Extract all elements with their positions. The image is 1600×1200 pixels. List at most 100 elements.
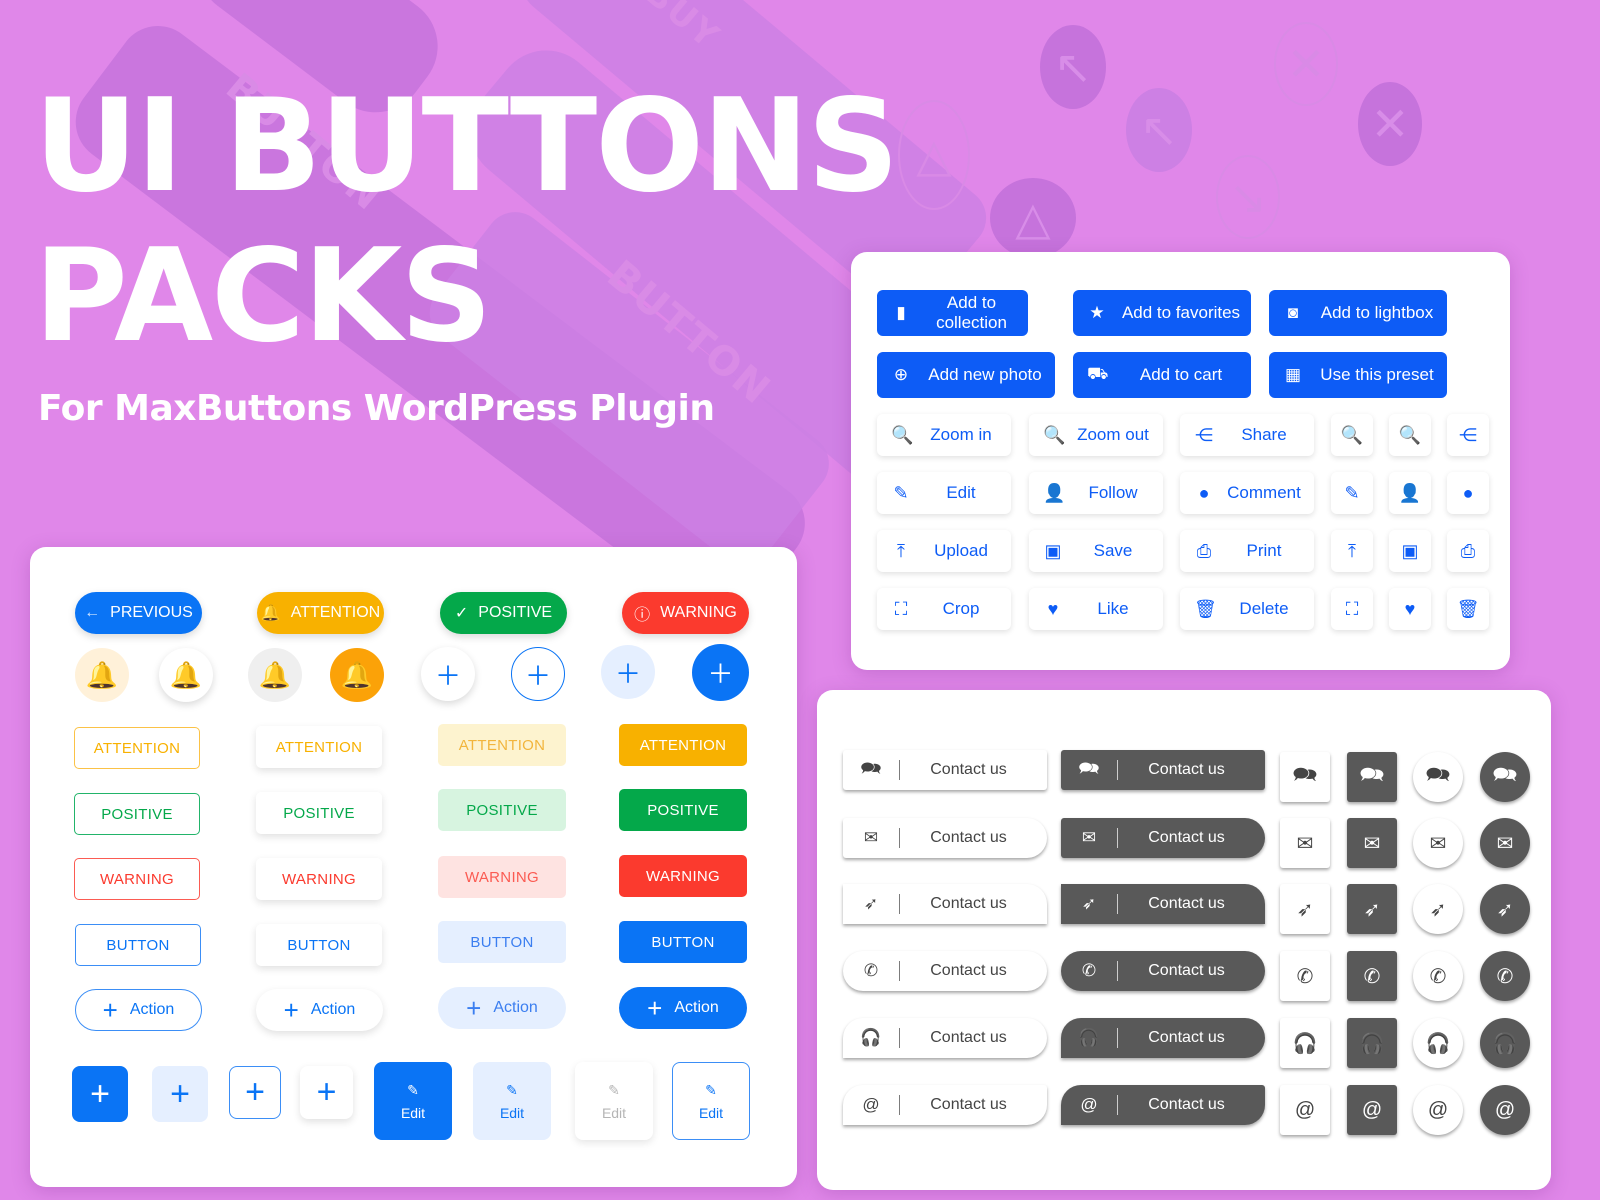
attention-solid-button[interactable]: ATTENTION [619,724,747,766]
zoom-out-button[interactable]: 🔍 Zoom out [1029,414,1163,456]
at-icon-button-dark-circle[interactable]: @ [1480,1085,1530,1135]
edit-button[interactable]: ✎ Edit [877,472,1011,514]
send-icon-button-light-circle[interactable]: ➶ [1413,884,1463,934]
warning-outline-button[interactable]: WARNING [74,858,200,900]
add-to-lightbox-button[interactable]: ◙ Add to lightbox [1269,290,1447,336]
add-to-collection-button[interactable]: ▮ Add to collection [877,290,1028,336]
bell-button-orange[interactable]: 🔔 [330,648,384,702]
crop-button[interactable]: ⛶ Crop [877,588,1011,630]
action-raised-button[interactable]: + Action [256,989,383,1031]
positive-solid-button[interactable]: POSITIVE [619,789,747,831]
save-icon-button[interactable]: ▣ [1389,530,1431,572]
contact-us-button-dark[interactable]: ✉ Contact us [1061,818,1265,858]
contact-us-button-light[interactable]: ✉ Contact us [843,818,1047,858]
edit-button-disabled[interactable]: ✎ Edit [575,1062,653,1140]
at-icon-button-dark-square[interactable]: @ [1347,1085,1397,1135]
add-square-button-solid[interactable]: + [72,1066,128,1122]
headset-icon-button-light-square[interactable]: 🎧 [1280,1018,1330,1068]
comment-icon-button[interactable]: ● [1447,472,1489,514]
warning-solid-button[interactable]: WARNING [619,855,747,897]
send-icon-button-dark-circle[interactable]: ➶ [1480,884,1530,934]
attention-pill-button[interactable]: 🔔 ATTENTION [257,592,384,634]
previous-button[interactable]: ← PREVIOUS [75,592,202,634]
zoom-out-icon-button[interactable]: 🔍 [1389,414,1431,456]
add-square-button-raised[interactable]: + [300,1066,353,1119]
add-square-button-light[interactable]: + [152,1066,208,1122]
bell-button-light[interactable]: 🔔 [75,648,129,702]
positive-pill-button[interactable]: ✓ POSITIVE [440,592,567,634]
follow-icon-button[interactable]: 👤 [1389,472,1431,514]
chat-icon-button-dark-square[interactable]: 🗪 [1347,752,1397,802]
comment-button[interactable]: ● Comment [1180,472,1314,514]
edit-button-light[interactable]: ✎ Edit [473,1062,551,1140]
share-button[interactable]: ⋲ Share [1180,414,1314,456]
positive-raised-button[interactable]: POSITIVE [256,792,382,834]
send-icon-button-light-square[interactable]: ➶ [1280,884,1330,934]
print-icon-button[interactable]: ⎙ [1447,530,1489,572]
headset-icon-button-dark-square[interactable]: 🎧 [1347,1018,1397,1068]
edit-icon-button[interactable]: ✎ [1331,472,1373,514]
phone-icon-button-dark-square[interactable]: ✆ [1347,951,1397,1001]
positive-outline-button[interactable]: POSITIVE [74,793,200,835]
headset-icon-button-dark-circle[interactable]: 🎧 [1480,1018,1530,1068]
share-icon-button[interactable]: ⋲ [1447,414,1489,456]
button-raised[interactable]: BUTTON [256,924,382,966]
add-round-button-outline[interactable]: ＋ [511,647,565,701]
button-outline[interactable]: BUTTON [75,924,201,966]
warning-raised-button[interactable]: WARNING [256,858,382,900]
phone-icon-button-light-circle[interactable]: ✆ [1413,951,1463,1001]
bell-button-white[interactable]: 🔔 [159,648,213,702]
attention-raised-button[interactable]: ATTENTION [256,726,382,768]
chat-icon-button-light-square[interactable]: 🗪 [1280,752,1330,802]
upload-icon-button[interactable]: ⤒ [1331,530,1373,572]
like-button[interactable]: ♥ Like [1029,588,1163,630]
save-button[interactable]: ▣ Save [1029,530,1163,572]
contact-us-button-light[interactable]: ✆ Contact us [843,951,1047,991]
chat-icon-button-light-circle[interactable]: 🗪 [1413,752,1463,802]
contact-us-button-dark[interactable]: 🎧 Contact us [1061,1018,1265,1058]
use-this-preset-button[interactable]: ▦ Use this preset [1269,352,1447,398]
contact-us-button-light[interactable]: ➶ Contact us [843,884,1047,924]
add-square-button-outline[interactable]: + [229,1066,281,1119]
contact-us-button-dark[interactable]: ✆ Contact us [1061,951,1265,991]
contact-us-button-dark[interactable]: ➶ Contact us [1061,884,1265,924]
send-icon-button-dark-square[interactable]: ➶ [1347,884,1397,934]
contact-us-button-dark[interactable]: @ Contact us [1061,1085,1265,1125]
add-round-button-solid[interactable]: ＋ [692,644,749,701]
action-soft-button[interactable]: + Action [438,987,566,1029]
at-icon-button-light-circle[interactable]: @ [1413,1085,1463,1135]
phone-icon-button-light-square[interactable]: ✆ [1280,951,1330,1001]
contact-us-button-light[interactable]: 🗪 Contact us [843,750,1047,790]
zoom-in-button[interactable]: 🔍 Zoom in [877,414,1011,456]
button-soft[interactable]: BUTTON [438,921,566,963]
print-button[interactable]: ⎙ Print [1180,530,1314,572]
delete-button[interactable]: 🗑 Delete [1180,588,1314,630]
add-round-button-light[interactable]: ＋ [601,645,655,699]
mail-icon-button-dark-circle[interactable]: ✉ [1480,818,1530,868]
delete-icon-button[interactable]: 🗑 [1447,588,1489,630]
edit-button-solid[interactable]: ✎ Edit [374,1062,452,1140]
mail-icon-button-light-square[interactable]: ✉ [1280,818,1330,868]
add-to-cart-button[interactable]: ⛟ Add to cart [1073,352,1251,398]
attention-outline-button[interactable]: ATTENTION [74,727,200,769]
contact-us-button-light[interactable]: @ Contact us [843,1085,1047,1125]
crop-icon-button[interactable]: ⛶ [1331,588,1373,630]
at-icon-button-light-square[interactable]: @ [1280,1085,1330,1135]
add-round-button-white[interactable]: ＋ [421,647,475,701]
mail-icon-button-light-circle[interactable]: ✉ [1413,818,1463,868]
bell-button-gray[interactable]: 🔔 [248,648,302,702]
headset-icon-button-light-circle[interactable]: 🎧 [1413,1018,1463,1068]
contact-us-button-dark[interactable]: 🗪 Contact us [1061,750,1265,790]
upload-button[interactable]: ⤒ Upload [877,530,1011,572]
follow-button[interactable]: 👤 Follow [1029,472,1163,514]
contact-us-button-light[interactable]: 🎧 Contact us [843,1018,1047,1058]
like-icon-button[interactable]: ♥ [1389,588,1431,630]
action-outline-button[interactable]: + Action [75,989,202,1031]
add-to-favorites-button[interactable]: ★ Add to favorites [1073,290,1251,336]
phone-icon-button-dark-circle[interactable]: ✆ [1480,951,1530,1001]
zoom-in-icon-button[interactable]: 🔍 [1331,414,1373,456]
chat-icon-button-dark-circle[interactable]: 🗪 [1480,752,1530,802]
button-solid[interactable]: BUTTON [619,921,747,963]
edit-button-outline[interactable]: ✎ Edit [672,1062,750,1140]
action-solid-button[interactable]: + Action [619,987,747,1029]
